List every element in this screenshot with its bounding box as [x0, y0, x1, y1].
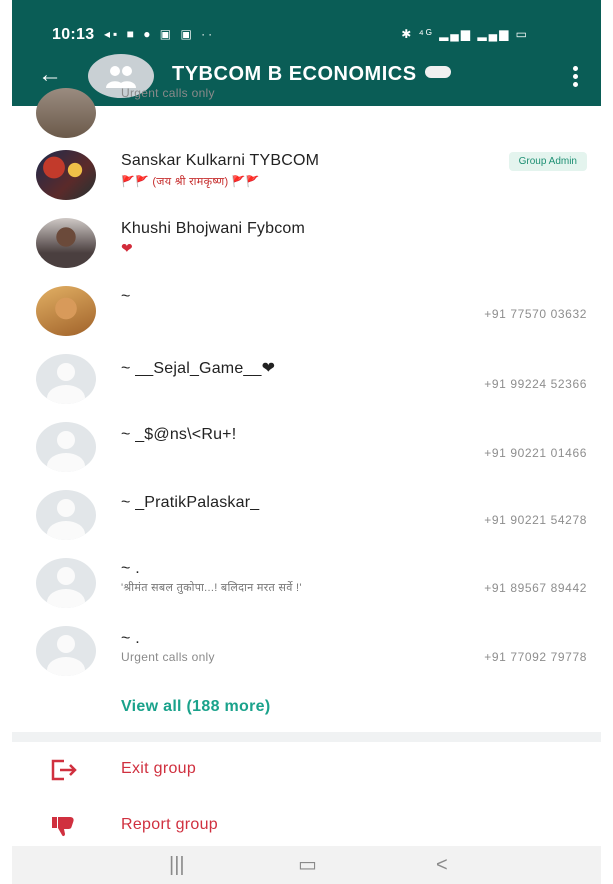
list-item[interactable]: Urgent calls only: [0, 86, 613, 156]
view-all-link[interactable]: View all (188 more): [121, 698, 270, 716]
member-name: ~ _$@ns\<Ru+!: [121, 426, 237, 443]
recent-apps-icon[interactable]: |||: [169, 854, 185, 877]
status-bar: 10:13 ◂▪ ■ ● ▣ ▣ ·· ✱ ⁴ᴳ ▂▄▆ ▂▄▆ ▭: [12, 0, 601, 46]
avatar: [36, 558, 96, 608]
home-icon[interactable]: ▭: [298, 852, 317, 877]
status-notification-icons: ◂▪ ■ ● ▣ ▣ ··: [104, 27, 216, 41]
list-item[interactable]: ~ +91 77570 03632: [0, 284, 613, 352]
section-divider: [12, 732, 601, 742]
back-nav-icon[interactable]: <: [436, 854, 448, 877]
avatar: [36, 626, 96, 676]
member-name: ~ .: [121, 560, 140, 577]
exit-icon: [50, 758, 78, 782]
app-screen: 10:13 ◂▪ ■ ● ▣ ▣ ·· ✱ ⁴ᴳ ▂▄▆ ▂▄▆ ▭ ← TYB…: [0, 0, 613, 884]
avatar: [36, 286, 96, 336]
list-item[interactable]: ~ . Urgent calls only +91 77092 79778: [0, 624, 613, 692]
status-system-icons: ✱ ⁴ᴳ ▂▄▆ ▂▄▆ ▭: [401, 27, 529, 41]
member-phone: +91 89567 89442: [484, 581, 587, 595]
member-about: ❤: [121, 240, 134, 256]
member-about: Urgent calls only: [121, 86, 215, 100]
status-time: 10:13: [52, 26, 95, 43]
member-phone: +91 77092 79778: [484, 650, 587, 664]
avatar: [36, 422, 96, 472]
member-phone: +91 90221 54278: [484, 513, 587, 527]
list-item[interactable]: Sanskar Kulkarni TYBCOM 🚩🚩 (जय श्री रामक…: [0, 148, 613, 216]
more-options-icon[interactable]: [573, 66, 579, 90]
list-item[interactable]: ~ _PratikPalaskar_ +91 90221 54278: [0, 488, 613, 556]
group-title-text: TYBCOM B ECONOMICS: [172, 63, 417, 85]
avatar: [36, 218, 96, 268]
member-phone: +91 77570 03632: [484, 307, 587, 321]
member-name: ~ _PratikPalaskar_: [121, 494, 260, 511]
member-phone: +91 99224 52366: [484, 377, 587, 391]
system-nav-bar: ||| ▭ <: [12, 846, 601, 884]
member-name: ~ __Sejal_Game__❤: [121, 360, 276, 377]
member-name: ~ .: [121, 630, 140, 647]
report-group-label: Report group: [121, 816, 218, 833]
member-name: ~: [121, 288, 131, 305]
list-item[interactable]: ~ __Sejal_Game__❤ +91 99224 52366: [0, 352, 613, 420]
member-about: 'श्रीमंत सबल तुकोपा...! बलिदान मरत सर्वे…: [121, 582, 302, 594]
report-group-button[interactable]: Report group: [0, 801, 613, 851]
avatar: [36, 88, 96, 138]
exit-group-button[interactable]: Exit group: [0, 745, 613, 795]
group-admin-badge: Group Admin: [508, 152, 587, 171]
thumbs-down-icon: [50, 814, 78, 838]
avatar: [36, 354, 96, 404]
member-about: 🚩🚩 (जय श्री रामकृष्ण) 🚩🚩: [121, 176, 260, 188]
back-arrow-icon[interactable]: ←: [38, 62, 64, 88]
member-about: Urgent calls only: [121, 650, 215, 664]
member-name: Sanskar Kulkarni TYBCOM: [121, 152, 320, 169]
avatar: [36, 490, 96, 540]
title-emoji: [424, 66, 451, 78]
list-item[interactable]: ~ . 'श्रीमंत सबल तुकोपा...! बलिदान मरत स…: [0, 556, 613, 624]
list-item[interactable]: ~ _$@ns\<Ru+! +91 90221 01466: [0, 420, 613, 488]
exit-group-label: Exit group: [121, 760, 197, 777]
avatar: [36, 150, 96, 200]
list-item[interactable]: Khushi Bhojwani Fybcom ❤: [0, 216, 613, 284]
member-phone: +91 90221 01466: [484, 446, 587, 460]
group-title[interactable]: TYBCOM B ECONOMICS: [172, 63, 451, 86]
member-name: Khushi Bhojwani Fybcom: [121, 220, 306, 237]
